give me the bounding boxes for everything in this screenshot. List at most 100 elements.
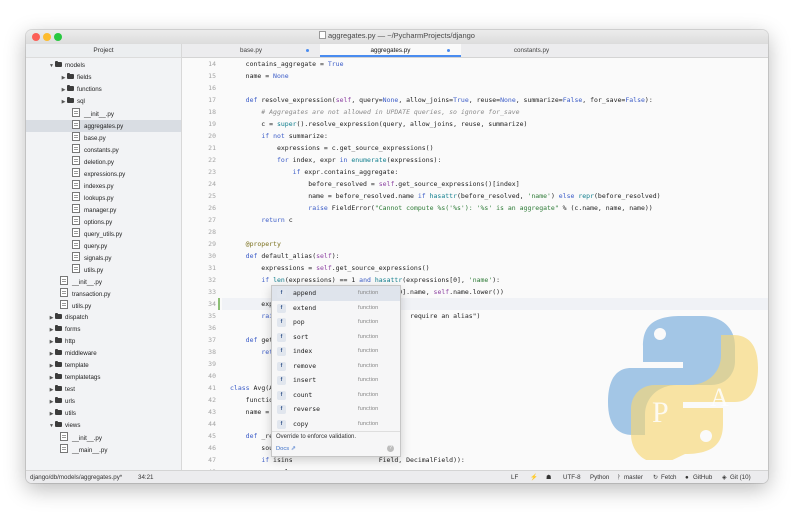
line-number: 22 xyxy=(208,156,216,164)
tree-folder[interactable]: ▶ forms xyxy=(48,324,80,336)
tree-file[interactable]: query_utils.py xyxy=(72,228,122,240)
tree-file[interactable]: __init__.py xyxy=(60,432,102,444)
tree-folder[interactable]: ▶ utils xyxy=(48,408,76,420)
tree-folder[interactable]: ▼ views xyxy=(48,420,80,432)
chevron-right-icon[interactable]: ▶ xyxy=(48,372,55,384)
python-file-icon xyxy=(72,156,80,165)
code-editor[interactable]: 14 15 16 17 18 19 20 21 22 23 24 25 26 27 28 29 30 31 32 33… xyxy=(182,58,768,470)
code-line[interactable]: if expr.contains_aggregate: xyxy=(230,166,399,178)
chevron-right-icon[interactable]: ▶ xyxy=(48,384,55,396)
code-line[interactable]: before_resolved = self.get_source_expres… xyxy=(230,178,519,190)
tree-file[interactable]: base.py xyxy=(72,132,106,144)
tab-base-py[interactable]: base.py xyxy=(182,44,320,57)
code-line[interactable]: raise FieldError("Cannot compute %s('%s'… xyxy=(230,202,652,214)
completion-item[interactable]: f reverse function xyxy=(272,402,400,417)
code-line[interactable]: name = None xyxy=(230,70,289,82)
github-button[interactable]: GitHub xyxy=(693,471,712,483)
completion-item[interactable]: f pop function xyxy=(272,315,400,330)
completion-item[interactable]: f copy function xyxy=(272,417,400,432)
code-line[interactable]: name = before_resolved.name if hasattr(b… xyxy=(230,190,660,202)
status-branch[interactable]: master xyxy=(624,471,643,483)
git-status[interactable]: Git (10) xyxy=(730,471,751,483)
chevron-right-icon[interactable]: ▶ xyxy=(60,96,67,108)
tree-folder[interactable]: ▶ template xyxy=(48,360,89,372)
completion-item[interactable]: f index function xyxy=(272,344,400,359)
chevron-right-icon[interactable]: ▶ xyxy=(48,408,55,420)
completion-item[interactable]: f extend function xyxy=(272,301,400,316)
code-line[interactable]: def default_alias(self): xyxy=(230,250,340,262)
chevron-right-icon[interactable]: ▶ xyxy=(48,312,55,324)
folder-icon xyxy=(55,385,62,391)
completion-item[interactable]: f count function xyxy=(272,388,400,403)
tree-file[interactable]: options.py xyxy=(72,216,112,228)
status-file-path[interactable]: django/db/models/aggregates.py* xyxy=(30,471,122,483)
tree-folder[interactable]: ▶ fields xyxy=(60,72,91,84)
tree-folder[interactable]: ▶ sql xyxy=(60,96,85,108)
chevron-right-icon[interactable]: ▶ xyxy=(48,324,55,336)
tree-file[interactable]: utils.py xyxy=(72,264,103,276)
tree-file[interactable]: transaction.py xyxy=(60,288,111,300)
fetch-button[interactable]: Fetch xyxy=(661,471,676,483)
tree-folder[interactable]: ▶ dispatch xyxy=(48,312,88,324)
code-line[interactable]: def resolve_expression(self, query=None,… xyxy=(230,94,653,106)
tree-folder[interactable]: ▶ functions xyxy=(60,84,102,96)
chevron-right-icon[interactable]: ▶ xyxy=(60,84,67,96)
tree-file[interactable]: deletion.py xyxy=(72,156,114,168)
code-line[interactable]: expressions = self.get_source_expression… xyxy=(230,262,429,274)
tree-file[interactable]: __init__.py xyxy=(72,108,114,120)
line-number: 43 xyxy=(208,408,216,416)
chevron-down-icon[interactable]: ▼ xyxy=(48,60,55,72)
docs-link[interactable]: Docs ⇗? xyxy=(272,443,400,455)
status-line-separator[interactable]: LF xyxy=(511,471,518,483)
tab-constants-py[interactable]: constants.py xyxy=(461,44,602,57)
tree-file[interactable]: indexes.py xyxy=(72,180,114,192)
tree-file[interactable]: constants.py xyxy=(72,144,119,156)
tree-file[interactable]: query.py xyxy=(72,240,107,252)
code-line[interactable]: expressions = c.get_source_expressions() xyxy=(230,142,434,154)
completion-item[interactable]: f remove function xyxy=(272,359,400,374)
tree-folder[interactable]: ▶ http xyxy=(48,336,75,348)
tree-item-label: dispatch xyxy=(65,314,89,321)
completion-item[interactable]: f insert function xyxy=(272,373,400,388)
completion-item[interactable]: f sort function xyxy=(272,330,400,345)
tab-aggregates-py[interactable]: aggregates.py xyxy=(320,44,461,57)
completion-item[interactable]: f append function xyxy=(272,286,400,301)
tree-file[interactable]: expressions.py xyxy=(72,168,125,180)
project-sidebar: Project ▼ models ▶ fields ▶ functions ▶ sql __in… xyxy=(26,44,182,470)
tree-folder[interactable]: ▶ templatetags xyxy=(48,372,100,384)
chevron-down-icon[interactable]: ▼ xyxy=(48,420,55,432)
code-line[interactable]: if not summarize: xyxy=(230,130,328,142)
tree-folder[interactable]: ▶ middleware xyxy=(48,348,97,360)
tree-folder[interactable]: ▶ urls xyxy=(48,396,75,408)
status-encoding[interactable]: UTF-8 xyxy=(563,471,581,483)
code-line[interactable]: contains_aggregate = True xyxy=(230,58,344,70)
completion-type: function xyxy=(358,348,379,354)
folder-icon xyxy=(67,97,74,103)
inspection-icon[interactable]: ☗ xyxy=(546,471,552,483)
chevron-right-icon[interactable]: ▶ xyxy=(48,336,55,348)
tree-file[interactable]: manager.py xyxy=(72,204,116,216)
tree-file[interactable]: lookups.py xyxy=(72,192,114,204)
chevron-right-icon[interactable]: ▶ xyxy=(48,396,55,408)
chevron-right-icon[interactable]: ▶ xyxy=(60,72,67,84)
code-line[interactable]: @property xyxy=(230,238,281,250)
code-line[interactable]: for index, expr in enumerate(expressions… xyxy=(230,154,441,166)
tree-file[interactable]: __init__.py xyxy=(60,276,102,288)
chevron-right-icon[interactable]: ▶ xyxy=(48,360,55,372)
tree-file[interactable]: __main__.py xyxy=(60,444,107,456)
function-icon: f xyxy=(277,405,286,414)
code-line[interactable]: # Aggregates are not allowed in UPDATE q… xyxy=(230,106,519,118)
status-caret-position[interactable]: 34:21 xyxy=(138,471,153,483)
tree-folder[interactable]: ▶ test xyxy=(48,384,75,396)
tree-file[interactable]: signals.py xyxy=(72,252,112,264)
tree-file[interactable]: utils.py xyxy=(60,300,91,312)
code-line[interactable]: c = super().resolve_expression(query, al… xyxy=(230,118,527,130)
help-icon[interactable]: ? xyxy=(387,445,394,452)
tree-folder[interactable]: ▼ models xyxy=(48,60,85,72)
tree-file[interactable]: aggregates.py xyxy=(26,120,181,132)
chevron-right-icon[interactable]: ▶ xyxy=(48,348,55,360)
completion-name: remove xyxy=(293,361,317,370)
code-line[interactable]: return c xyxy=(230,214,292,226)
line-number: 17 xyxy=(208,96,216,104)
status-language[interactable]: Python xyxy=(590,471,609,483)
